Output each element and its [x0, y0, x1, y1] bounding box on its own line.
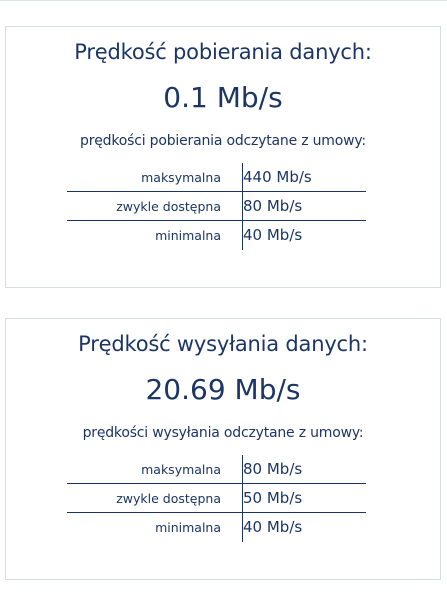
row-value: 80 Mb/s: [243, 197, 303, 215]
table-row-typical: zwykle dostępna 50 Mb/s: [67, 484, 366, 513]
upload-contract-table: maksymalna 80 Mb/s zwykle dostępna 50 Mb…: [67, 455, 366, 542]
download-speed-title: Prędkość pobierania danych:: [74, 40, 372, 64]
row-value: 440 Mb/s: [243, 168, 312, 186]
row-label: zwykle dostępna: [116, 199, 221, 214]
row-value: 80 Mb/s: [243, 460, 303, 478]
row-value: 50 Mb/s: [243, 489, 303, 507]
table-row-min: minimalna 40 Mb/s: [67, 513, 366, 542]
row-label: zwykle dostępna: [116, 491, 221, 506]
table-row-min: minimalna 40 Mb/s: [67, 221, 366, 250]
table-row-max: maksymalna 440 Mb/s: [67, 163, 366, 192]
download-contract-subtitle: prędkości pobierania odczytane z umowy:: [80, 133, 366, 149]
upload-speed-title: Prędkość wysyłania danych:: [78, 332, 368, 356]
row-label: maksymalna: [141, 462, 221, 477]
upload-contract-subtitle: prędkości wysyłania odczytane z umowy:: [82, 425, 364, 441]
download-contract-table: maksymalna 440 Mb/s zwykle dostępna 80 M…: [67, 163, 366, 250]
table-row-max: maksymalna 80 Mb/s: [67, 455, 366, 484]
row-label: minimalna: [155, 228, 221, 243]
row-value: 40 Mb/s: [243, 518, 303, 536]
table-row-typical: zwykle dostępna 80 Mb/s: [67, 192, 366, 221]
row-label: maksymalna: [141, 170, 221, 185]
top-divider: [0, 0, 447, 1]
upload-speed-card: Prędkość wysyłania danych: 20.69 Mb/s pr…: [5, 318, 441, 580]
download-speed-value: 0.1 Mb/s: [163, 81, 283, 114]
download-speed-card: Prędkość pobierania danych: 0.1 Mb/s prę…: [5, 26, 441, 288]
row-value: 40 Mb/s: [243, 226, 303, 244]
upload-speed-value: 20.69 Mb/s: [145, 373, 301, 406]
row-label: minimalna: [155, 520, 221, 535]
